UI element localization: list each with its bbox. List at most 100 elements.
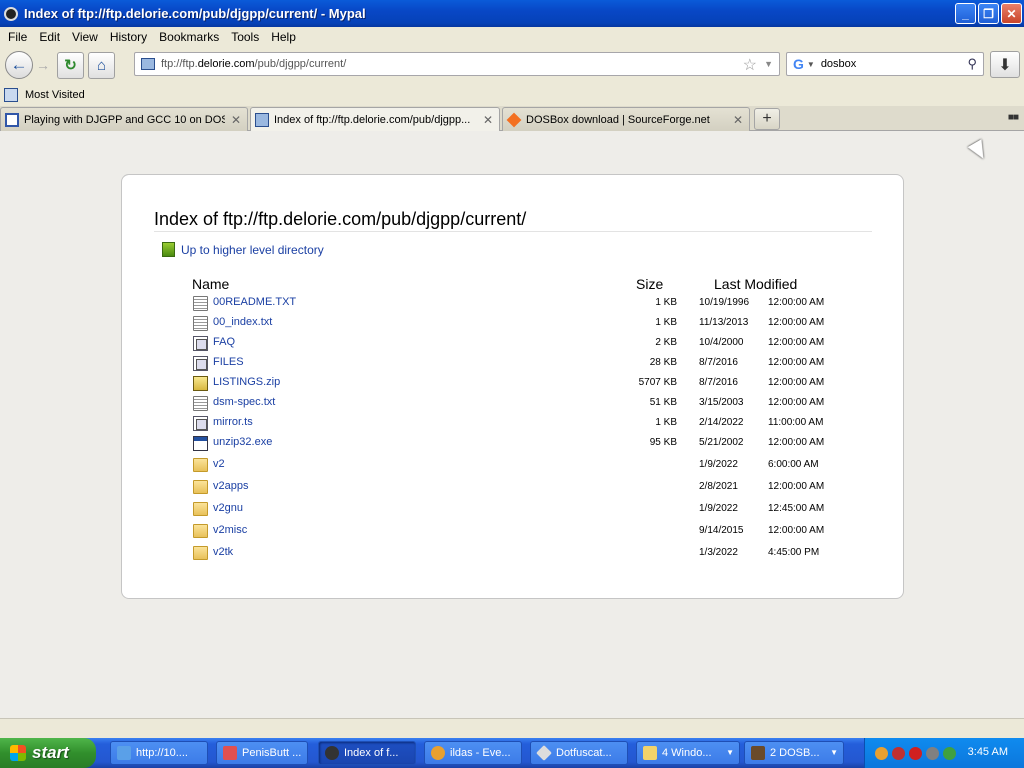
taskbar-item-penisbutt[interactable]: PenisButt ... (216, 741, 308, 765)
dosbox-icon (751, 746, 765, 760)
url-history-dropdown-icon[interactable]: ▼ (764, 59, 773, 69)
folder-icon (193, 480, 208, 494)
file-name-link[interactable]: v2 (213, 458, 225, 470)
search-engine-dropdown-icon[interactable]: ▼ (807, 60, 815, 69)
file-size: 1 KB (655, 317, 677, 328)
taskbar-clock[interactable]: 3:45 AM (968, 746, 1008, 758)
folder-icon (193, 546, 208, 560)
file-name-link[interactable]: unzip32.exe (213, 436, 272, 448)
tray-search-icon[interactable] (875, 746, 888, 760)
taskbar-group-windows-explorer[interactable]: 4 Windo... ▼ (636, 741, 740, 765)
directory-listing-panel: Index of ftp://ftp.delorie.com/pub/djgpp… (121, 174, 904, 599)
menu-tools[interactable]: Tools (225, 30, 265, 44)
url-text[interactable]: ftp://ftp.delorie.com/pub/djgpp/current/ (161, 58, 346, 70)
search-icon[interactable]: ⚲ (967, 56, 977, 72)
tray-network-icon[interactable] (943, 746, 956, 760)
file-name-link[interactable]: FILES (213, 356, 244, 368)
file-name-link[interactable]: v2misc (213, 524, 247, 536)
text-file-icon (193, 316, 208, 331)
file-date: 11/13/2013 (699, 317, 749, 328)
file-row: FAQ 2 KB 10/4/2000 12:00:00 AM (122, 335, 905, 355)
column-header-last-modified[interactable]: Last Modified (714, 276, 797, 292)
folder-icon (193, 502, 208, 516)
menu-bookmarks[interactable]: Bookmarks (153, 30, 225, 44)
file-row: v2misc 9/14/2015 12:00:00 AM (122, 523, 905, 543)
tray-security-icon[interactable] (926, 746, 939, 760)
file-name-link[interactable]: v2gnu (213, 502, 243, 514)
taskbar-item-ildasm[interactable]: ildas - Eve... (424, 741, 522, 765)
tray-shield-icon[interactable] (909, 746, 922, 760)
new-tab-button[interactable]: + (754, 108, 780, 130)
downloads-button[interactable]: ⬇ (990, 51, 1020, 78)
file-size: 28 KB (649, 357, 677, 368)
system-tray: 3:45 AM (864, 738, 1024, 768)
url-bar[interactable]: ftp://ftp.delorie.com/pub/djgpp/current/… (134, 52, 780, 76)
mypal-icon (325, 746, 339, 760)
search-bar[interactable]: G ▼ dosbox ⚲ (786, 52, 984, 76)
file-name-link[interactable]: dsm-spec.txt (213, 396, 275, 408)
close-button[interactable]: ✕ (1001, 3, 1022, 24)
file-time: 12:00:00 AM (768, 437, 825, 448)
home-button[interactable]: ⌂ (88, 51, 115, 79)
page-title: Index of ftp://ftp.delorie.com/pub/djgpp… (154, 209, 527, 229)
tab-close-icon[interactable]: ✕ (731, 113, 745, 127)
sourceforge-favicon-icon (506, 112, 522, 127)
file-date: 1/3/2022 (699, 547, 738, 558)
ftp-favicon-icon (255, 113, 269, 127)
file-time: 6:00:00 AM (768, 459, 819, 470)
taskbar-item-browser-ie[interactable]: http://10.... (110, 741, 208, 765)
file-name-link[interactable]: 00README.TXT (213, 296, 296, 308)
group-dropdown-icon: ▼ (726, 748, 734, 757)
file-date: 1/9/2022 (699, 503, 738, 514)
menu-history[interactable]: History (104, 30, 153, 44)
file-size: 1 KB (655, 417, 677, 428)
column-header-size[interactable]: Size (636, 276, 663, 292)
file-time: 12:00:00 AM (768, 317, 825, 328)
menu-help[interactable]: Help (265, 30, 302, 44)
file-name-link[interactable]: v2apps (213, 480, 248, 492)
google-icon[interactable]: G (793, 56, 804, 72)
taskbar-group-dosbox[interactable]: 2 DOSB... ▼ (744, 741, 844, 765)
up-directory-label[interactable]: Up to higher level directory (181, 243, 324, 257)
windows-logo-icon (10, 745, 26, 761)
file-row: 00_index.txt 1 KB 11/13/2013 12:00:00 AM (122, 315, 905, 335)
most-visited-icon (4, 88, 18, 102)
folder-icon (193, 524, 208, 538)
file-row: v2apps 2/8/2021 12:00:00 AM (122, 479, 905, 499)
file-name-link[interactable]: mirror.ts (213, 416, 253, 428)
menu-view[interactable]: View (66, 30, 104, 44)
file-date: 3/15/2003 (699, 397, 744, 408)
menu-file[interactable]: File (2, 30, 33, 44)
bookmark-star-icon[interactable]: ☆ (743, 55, 757, 75)
file-name-link[interactable]: v2tk (213, 546, 233, 558)
up-directory-link[interactable]: Up to higher level directory (162, 242, 324, 257)
column-header-name[interactable]: Name (192, 276, 229, 292)
tab-close-icon[interactable]: ✕ (481, 113, 495, 127)
file-row: FILES 28 KB 8/7/2016 12:00:00 AM (122, 355, 905, 375)
file-name-link[interactable]: 00_index.txt (213, 316, 272, 328)
taskbar-item-mypal[interactable]: Index of f... (318, 741, 416, 765)
start-button[interactable]: start (0, 738, 96, 768)
document-icon (193, 416, 208, 431)
document-icon (193, 356, 208, 371)
menu-edit[interactable]: Edit (33, 30, 66, 44)
back-button[interactable]: ← (5, 51, 33, 79)
file-name-link[interactable]: LISTINGS.zip (213, 376, 280, 388)
reload-button[interactable]: ↻ (57, 51, 84, 79)
file-time: 12:00:00 AM (768, 337, 825, 348)
maximize-button[interactable]: ❐ (978, 3, 999, 24)
tab-djgpp-blog[interactable]: Playing with DJGPP and GCC 10 on DOS | .… (0, 107, 248, 131)
file-row: v2gnu 1/9/2022 12:45:00 AM (122, 501, 905, 521)
app-icon (223, 746, 237, 760)
file-name-link[interactable]: FAQ (213, 336, 235, 348)
tab-list-icon[interactable]: ■■ (1008, 112, 1019, 123)
taskbar-item-dotfuscator[interactable]: Dotfuscat... (530, 741, 628, 765)
minimize-button[interactable]: _ (955, 3, 976, 24)
most-visited-link[interactable]: Most Visited (25, 89, 85, 101)
search-input[interactable]: dosbox (821, 58, 856, 70)
tab-close-icon[interactable]: ✕ (229, 113, 243, 127)
tab-ftp-index[interactable]: Index of ftp://ftp.delorie.com/pub/djgpp… (250, 107, 500, 132)
tray-tools-icon[interactable] (892, 746, 905, 760)
tab-dosbox-sourceforge[interactable]: DOSBox download | SourceForge.net ✕ (502, 107, 750, 131)
forward-button[interactable]: → (33, 52, 53, 79)
